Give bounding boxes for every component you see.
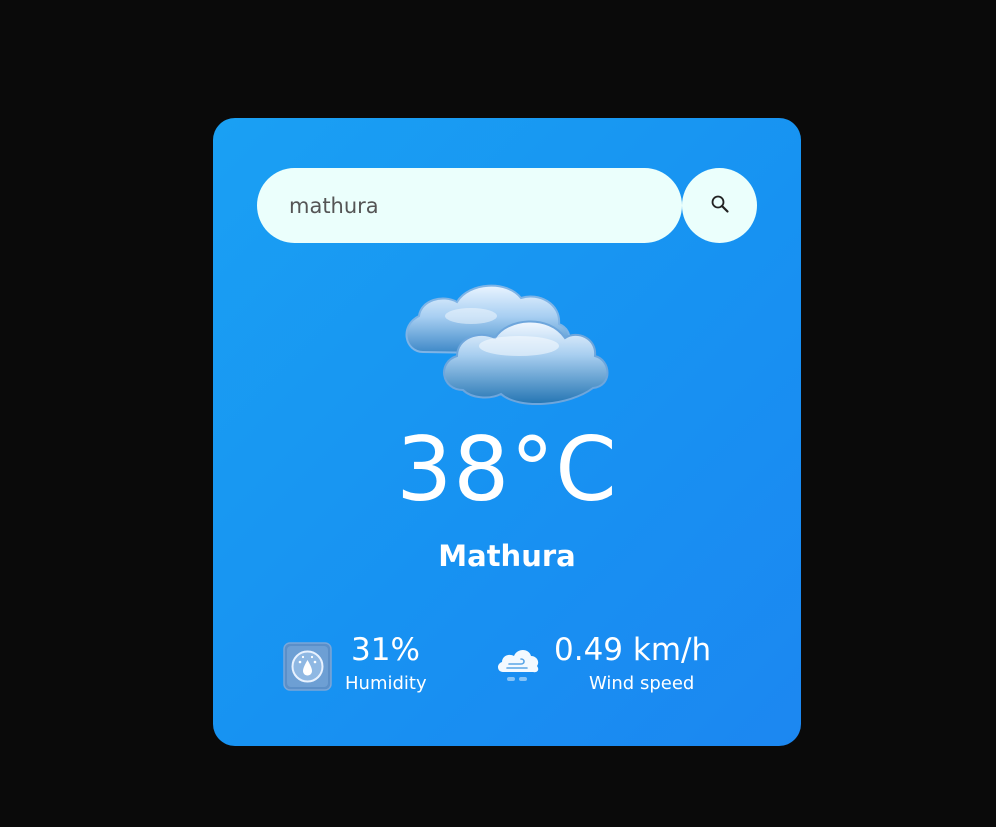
humidity-value: 31% bbox=[351, 632, 420, 668]
wind-section: 0.49 km/h Wind speed bbox=[495, 628, 745, 698]
wind-value: 0.49 km/h bbox=[554, 632, 712, 668]
search-button[interactable] bbox=[682, 168, 757, 243]
humidity-section: 31% Humidity bbox=[283, 628, 443, 698]
weather-card: 38°C Mathura 31% Humidity bbox=[213, 118, 801, 746]
city-name: Mathura bbox=[438, 539, 576, 573]
weather-details: 31% Humidity 0.49 km/h Wind speed bbox=[213, 628, 801, 698]
humidity-icon bbox=[283, 642, 332, 695]
search-input[interactable] bbox=[257, 168, 682, 243]
wind-icon bbox=[495, 642, 541, 690]
temperature: 38°C bbox=[396, 418, 618, 521]
search-icon bbox=[710, 194, 730, 217]
clouds-icon bbox=[399, 276, 615, 416]
wind-label: Wind speed bbox=[589, 673, 695, 694]
humidity-label: Humidity bbox=[345, 673, 427, 694]
search-bar bbox=[257, 168, 757, 243]
